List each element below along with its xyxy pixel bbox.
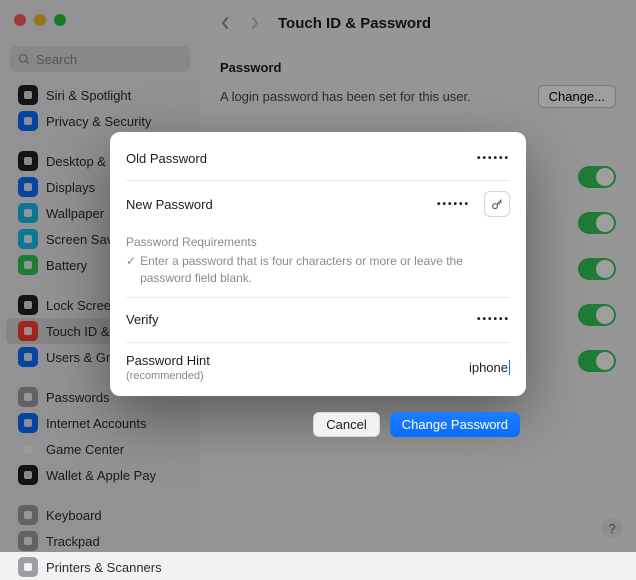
old-password-value: •••••• [477, 153, 510, 164]
hint-sublabel: (recommended) [126, 370, 461, 382]
requirements-title: Password Requirements [126, 235, 510, 249]
password-hint-row[interactable]: Password Hint (recommended) iphone [110, 343, 526, 392]
new-password-value: •••••• [437, 199, 470, 210]
verify-label: Verify [126, 312, 469, 327]
text-caret [509, 360, 510, 375]
new-password-label: New Password [126, 197, 429, 212]
requirement-text: Enter a password that is four characters… [140, 253, 510, 287]
cancel-button[interactable]: Cancel [313, 412, 379, 437]
password-suggestion-button[interactable] [484, 191, 510, 217]
old-password-row[interactable]: Old Password •••••• [110, 136, 526, 180]
change-password-dialog: Old Password •••••• New Password •••••• … [0, 0, 636, 552]
check-icon: ✓ [126, 253, 136, 287]
printer-icon [18, 557, 38, 577]
hint-label: Password Hint [126, 353, 461, 368]
hint-input[interactable]: iphone [469, 360, 508, 375]
sidebar-item-printers-scanners[interactable]: Printers & Scanners [6, 554, 194, 580]
verify-value: •••••• [477, 314, 510, 325]
password-requirements: Password Requirements ✓ Enter a password… [110, 227, 526, 297]
confirm-change-password-button[interactable]: Change Password [390, 412, 520, 437]
key-icon [491, 198, 504, 211]
sidebar-item-label: Printers & Scanners [46, 560, 162, 575]
old-password-label: Old Password [126, 151, 469, 166]
verify-password-row[interactable]: Verify •••••• [110, 298, 526, 342]
new-password-row[interactable]: New Password •••••• [110, 181, 526, 227]
